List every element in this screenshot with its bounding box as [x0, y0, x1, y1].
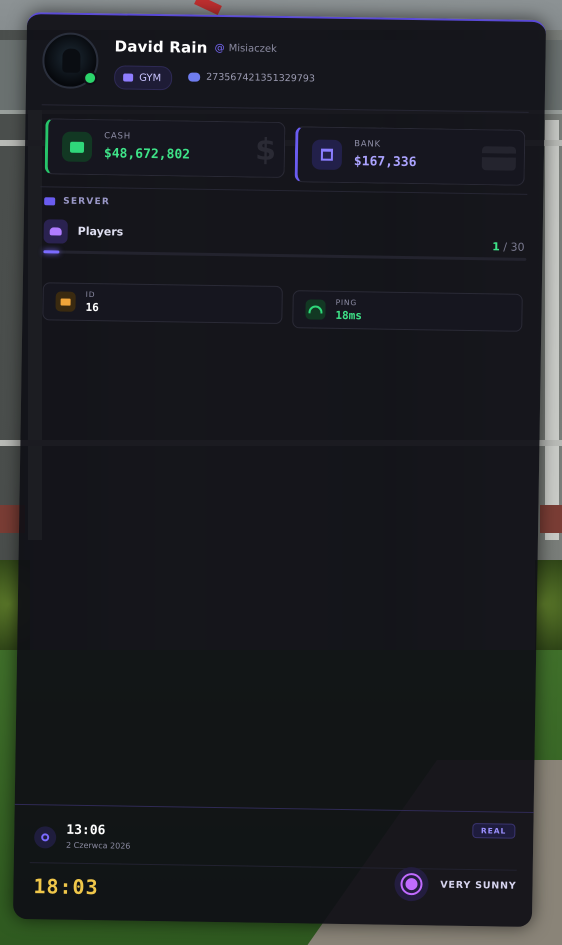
- real-clock: 13:06 2 Czerwca 2026 REAL: [34, 822, 517, 864]
- ping-value: 18ms: [335, 308, 363, 323]
- bank-card: BANK $167,336: [294, 126, 526, 186]
- briefcase-icon: [123, 73, 134, 82]
- divider: [40, 186, 528, 195]
- players-label: Players: [77, 224, 124, 239]
- hud-panel: David Rain @ Misiaczek GYM 27356742135132…: [12, 11, 547, 928]
- discord-id-text: 273567421351329793: [206, 71, 316, 85]
- footer-divider: [14, 803, 534, 814]
- players-online: 1: [492, 240, 500, 254]
- bank-icon: [311, 139, 343, 170]
- server-section-title: SERVER: [44, 196, 110, 207]
- id-value: 16: [85, 300, 99, 315]
- id-card-icon: [55, 291, 76, 312]
- players-progress-bar: [43, 250, 527, 261]
- at-icon: @: [214, 42, 225, 55]
- players-row: Players 1 / 30: [43, 219, 527, 254]
- game-time: 18:03: [33, 874, 99, 900]
- avatar: [41, 32, 99, 90]
- sun-icon: [394, 866, 429, 902]
- players-max: / 30: [503, 240, 525, 254]
- wallet-icon: [61, 131, 93, 163]
- cash-label: CASH: [104, 131, 132, 142]
- weather-label: VERY SUNNY: [440, 879, 517, 892]
- players-count: 1 / 30: [492, 240, 525, 254]
- cash-value: $48,672,802: [103, 146, 191, 163]
- handle-text: Misiaczek: [228, 43, 277, 55]
- players-progress-fill: [43, 250, 60, 254]
- server-label: SERVER: [63, 196, 111, 208]
- server-icon: [44, 197, 56, 206]
- bank-value: $167,336: [353, 154, 417, 171]
- profile-header: David Rain @ Misiaczek GYM 27356742135132…: [41, 28, 530, 106]
- ping-card: PING 18ms: [292, 290, 523, 332]
- job-label: GYM: [139, 72, 162, 84]
- discord-id: 273567421351329793: [188, 72, 315, 85]
- id-card: ID 16: [42, 282, 283, 325]
- player-handle: @ Misiaczek: [215, 43, 277, 55]
- discord-icon: [188, 72, 201, 82]
- ping-label: PING: [335, 297, 358, 308]
- player-name: David Rain: [114, 37, 208, 57]
- id-label: ID: [85, 289, 96, 300]
- clock-icon: [34, 826, 57, 849]
- real-date: 2 Czerwca 2026: [66, 840, 131, 851]
- credit-card-icon: [481, 146, 517, 171]
- divider: [41, 104, 529, 113]
- wifi-icon: [305, 299, 326, 320]
- real-badge: REAL: [471, 823, 516, 839]
- dollar-icon: $: [254, 132, 277, 168]
- users-icon: [43, 219, 68, 244]
- real-time: 13:06: [66, 822, 106, 839]
- online-status-dot: [83, 70, 98, 86]
- bank-label: BANK: [354, 139, 381, 150]
- weather: VERY SUNNY: [394, 866, 517, 903]
- cash-card: CASH $48,672,802 $: [44, 118, 286, 179]
- job-badge: GYM: [113, 65, 173, 91]
